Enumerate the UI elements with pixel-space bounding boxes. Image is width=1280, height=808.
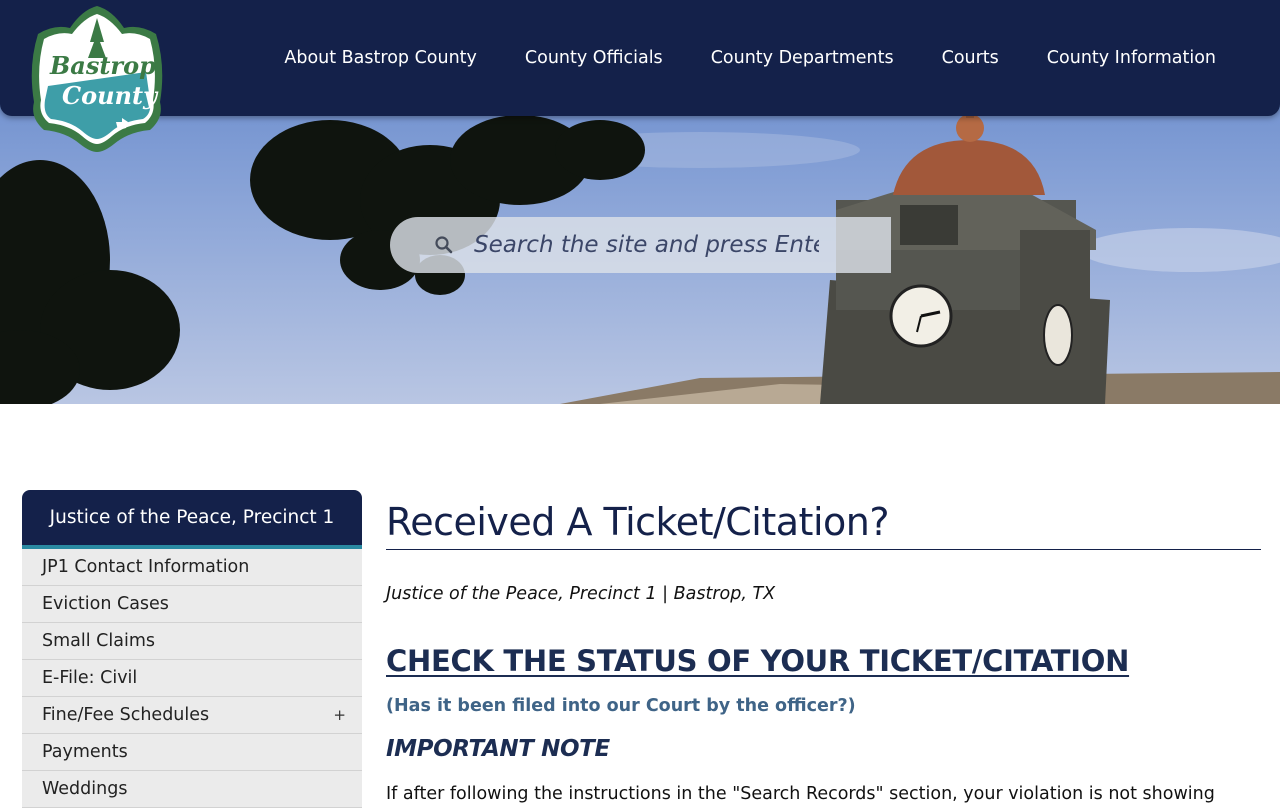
sidebar-item-label: Eviction Cases	[42, 594, 169, 614]
sidebar-item-fine-fee-schedules[interactable]: Fine/Fee Schedules +	[22, 697, 362, 734]
body-paragraph: If after following the instructions in t…	[386, 784, 1215, 804]
logo-text-line1: Bastrop	[49, 51, 156, 80]
site-search	[390, 217, 891, 273]
check-status-link[interactable]: CHECK THE STATUS OF YOUR TICKET/CITATION	[386, 644, 1261, 678]
top-navigation-bar: About Bastrop County County Officials Co…	[0, 0, 1280, 116]
main-content: Received A Ticket/Citation? Justice of t…	[386, 490, 1261, 804]
sidebar-item-eviction-cases[interactable]: Eviction Cases	[22, 586, 362, 623]
sidebar-menu: Justice of the Peace, Precinct 1 JP1 Con…	[22, 490, 362, 808]
sidebar-item-small-claims[interactable]: Small Claims	[22, 623, 362, 660]
sidebar-item-label: JP1 Contact Information	[42, 557, 250, 577]
section-subheading: (Has it been filed into our Court by the…	[386, 696, 856, 716]
sidebar-item-payments[interactable]: Payments	[22, 734, 362, 771]
sidebar-item-label: Weddings	[42, 779, 128, 799]
main-nav: About Bastrop County County Officials Co…	[260, 0, 1240, 116]
nav-about-bastrop-county[interactable]: About Bastrop County	[260, 48, 501, 68]
important-note-heading: IMPORTANT NOTE	[386, 736, 610, 762]
sidebar-item-label: Fine/Fee Schedules	[42, 705, 210, 725]
page-title: Received A Ticket/Citation?	[386, 490, 1261, 550]
hero-banner: About Bastrop County County Officials Co…	[0, 0, 1280, 404]
sidebar-item-weddings[interactable]: Weddings	[22, 771, 362, 808]
nav-county-departments[interactable]: County Departments	[687, 48, 918, 68]
nav-county-officials[interactable]: County Officials	[501, 48, 687, 68]
search-icon[interactable]	[434, 235, 454, 255]
nav-county-information[interactable]: County Information	[1023, 48, 1240, 68]
nav-courts[interactable]: Courts	[918, 48, 1023, 68]
bastrop-county-logo[interactable]: Bastrop County	[24, 6, 170, 152]
sidebar-item-e-file-civil[interactable]: E-File: Civil	[22, 660, 362, 697]
expand-plus-icon[interactable]: +	[333, 706, 346, 724]
sidebar-item-label: Small Claims	[42, 631, 155, 651]
logo-text-line2: County	[62, 81, 159, 110]
sidebar-title[interactable]: Justice of the Peace, Precinct 1	[22, 490, 362, 549]
page-subtitle: Justice of the Peace, Precinct 1 | Bastr…	[386, 584, 776, 604]
sidebar-item-label: E-File: Civil	[42, 668, 138, 688]
search-input[interactable]	[474, 232, 819, 258]
sidebar-item-label: Payments	[42, 742, 128, 762]
sidebar-item-jp1-contact-information[interactable]: JP1 Contact Information	[22, 549, 362, 586]
